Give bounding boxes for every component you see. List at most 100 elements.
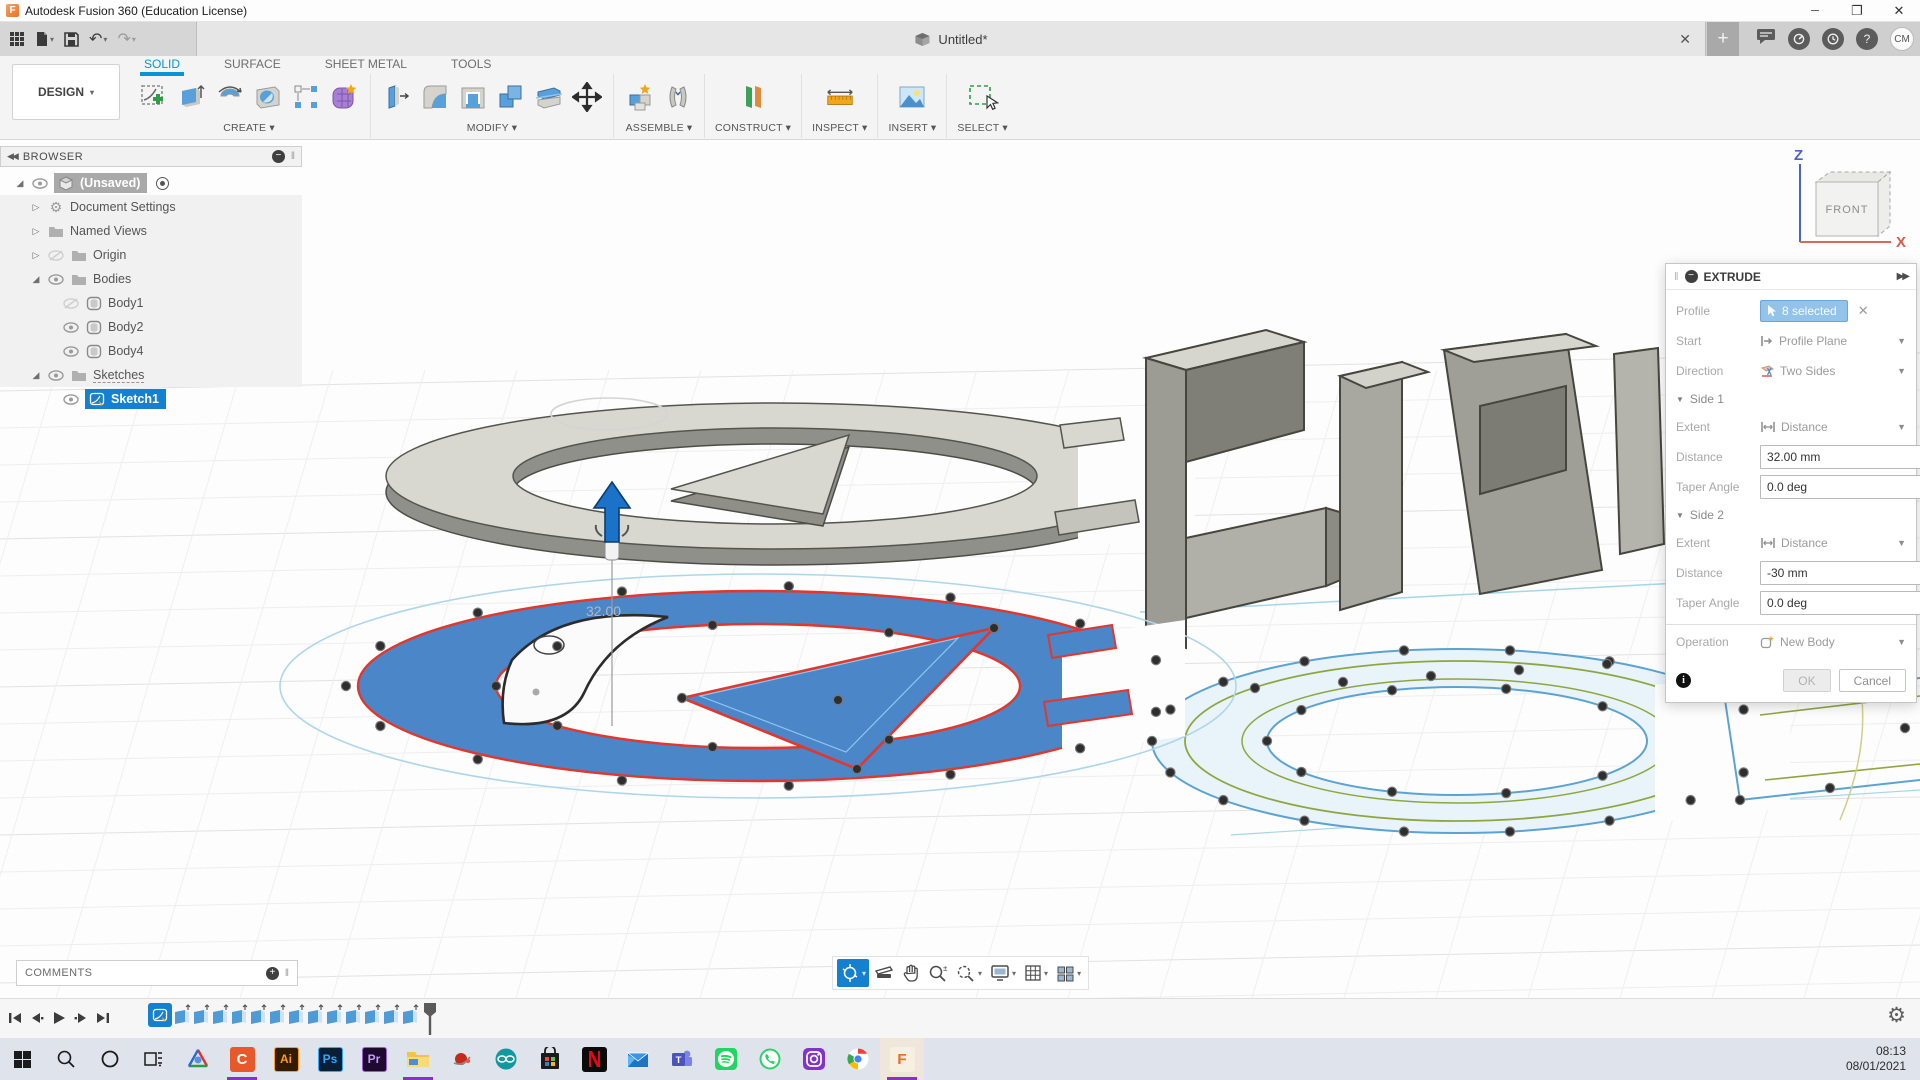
measure-icon[interactable] [824,81,856,113]
fit-tool[interactable]: ▾ [953,959,985,987]
camtasia-icon[interactable]: C [220,1038,264,1080]
timeline-playhead[interactable] [423,1003,437,1035]
fusion-360-taskbar-icon[interactable]: F [880,1038,924,1080]
group-label-construct[interactable]: CONSTRUCT ▾ [715,120,791,134]
side1-extent-dropdown[interactable]: Distance ▼ [1760,420,1906,434]
extrude-dialog-header[interactable]: ‖ − EXTRUDE ▶▶ [1666,264,1916,290]
chrome-icon[interactable] [836,1038,880,1080]
look-at-tool[interactable] [871,959,897,987]
file-explorer-icon[interactable] [396,1038,440,1080]
dock-dialog-icon[interactable]: ▶▶ [1897,271,1910,282]
side2-taper-input[interactable] [1760,591,1920,615]
document-tab[interactable]: Untitled* ✕ [196,22,1706,56]
eye-off-icon[interactable] [47,247,65,263]
press-pull-icon[interactable] [381,81,413,113]
browser-item-origin[interactable]: ▷ Origin [0,243,302,267]
teams-icon[interactable]: T [660,1038,704,1080]
comments-panel[interactable]: COMMENTS + ‖ [16,960,298,986]
illustrator-icon[interactable]: Ai [264,1038,308,1080]
shell-icon[interactable] [457,81,489,113]
viewports[interactable]: ▾ [1053,959,1084,987]
timeline-extrude-feature[interactable] [192,1003,211,1027]
direction-dropdown[interactable]: Two Sides ▼ [1760,364,1906,378]
timeline-extrude-feature[interactable] [325,1003,344,1027]
insert-image-icon[interactable] [896,81,928,113]
step-back-button[interactable] [28,1005,46,1031]
move-copy-icon[interactable] [571,81,603,113]
eye-icon[interactable] [47,367,65,383]
timeline-extrude-feature[interactable] [230,1003,249,1027]
go-to-end-button[interactable] [94,1005,112,1031]
grid-and-snaps[interactable]: ▾ [1021,959,1051,987]
new-tab-button[interactable]: + [1707,22,1739,56]
select-window-icon[interactable] [967,81,999,113]
combine-icon[interactable] [495,81,527,113]
timeline-extrude-feature[interactable] [173,1003,192,1027]
viewcube-front-face[interactable]: FRONT [1826,204,1869,216]
expand-arrow-icon[interactable]: ▷ [30,250,42,261]
redo-button[interactable]: ↷ ▾ [114,27,138,51]
cortana-icon[interactable] [88,1038,132,1080]
feedback-icon[interactable] [1756,28,1776,50]
group-label-create[interactable]: CREATE ▾ [223,120,275,134]
start-dropdown[interactable]: Profile Plane ▼ [1760,334,1906,348]
panel-grip-icon[interactable]: ‖ [291,151,295,162]
ok-button[interactable]: OK [1783,669,1831,692]
extrude-icon[interactable] [176,81,208,113]
side1-distance-input[interactable] [1760,445,1920,469]
eye-icon[interactable] [31,175,49,191]
expand-arrow-icon[interactable]: ◢ [30,274,42,285]
undo-button[interactable]: ↶ ▾ [86,27,110,51]
side2-extent-dropdown[interactable]: Distance ▼ [1760,536,1906,550]
browser-item-document-settings[interactable]: ▷ ⚙ Document Settings [0,195,302,219]
timeline-extrude-feature[interactable] [344,1003,363,1027]
expand-arrow-icon[interactable]: ▷ [30,226,42,237]
arduino-icon[interactable] [484,1038,528,1080]
tab-sheet-metal[interactable]: SHEET METAL [321,56,411,74]
timeline-extrude-feature[interactable] [306,1003,325,1027]
file-menu-button[interactable]: ▾ [32,29,57,49]
tab-surface[interactable]: SURFACE [220,56,285,74]
photoshop-icon[interactable]: Ps [308,1038,352,1080]
eye-icon[interactable] [47,271,65,287]
tab-solid[interactable]: SOLID [140,56,185,76]
job-status-clock-icon[interactable] [1822,28,1844,50]
add-comment-icon[interactable]: + [265,966,279,980]
pan-tool[interactable] [899,959,923,987]
side2-distance-input[interactable] [1760,561,1920,585]
selected-profile-logo[interactable] [279,573,1237,799]
clear-selection-icon[interactable]: ✕ [1858,303,1869,319]
tab-close-icon[interactable]: ✕ [1673,29,1697,50]
fillet-icon[interactable] [419,81,451,113]
group-label-modify[interactable]: MODIFY ▾ [467,120,517,134]
3d-viewer-icon[interactable] [176,1038,220,1080]
timeline-extrude-feature[interactable] [382,1003,401,1027]
group-label-select[interactable]: SELECT ▾ [957,120,1007,134]
save-button[interactable] [61,30,82,49]
browser-item-bodies[interactable]: ◢ Bodies [0,267,302,291]
extensions-icon[interactable] [1788,28,1810,50]
maximize-button[interactable]: ❐ [1836,0,1878,22]
timeline-extrude-feature[interactable] [268,1003,287,1027]
timeline-extrude-feature[interactable] [401,1003,420,1027]
eye-icon[interactable] [62,319,80,335]
collapse-panel-icon[interactable]: ◀◀ [7,151,19,162]
app-grid-menu-icon[interactable] [6,29,28,49]
help-icon[interactable]: ? [1856,28,1878,50]
expand-arrow-icon[interactable]: ◢ [30,370,42,381]
info-icon[interactable]: i [1676,673,1691,688]
go-to-start-button[interactable] [6,1005,24,1031]
mail-icon[interactable] [616,1038,660,1080]
extrude-preview-ring-body[interactable] [385,402,1195,566]
timeline-extrude-feature[interactable] [287,1003,306,1027]
microsoft-store-icon[interactable] [528,1038,572,1080]
timeline-extrude-feature[interactable] [363,1003,382,1027]
browser-item-root[interactable]: ◢ (Unsaved) [0,171,302,195]
orbit-red-app-icon[interactable] [440,1038,484,1080]
hole-icon[interactable] [252,81,284,113]
premiere-icon[interactable]: Pr [352,1038,396,1080]
group-label-inspect[interactable]: INSPECT ▾ [812,120,867,134]
orbit-tool[interactable]: ▾ [837,959,870,987]
step-forward-button[interactable] [72,1005,90,1031]
eye-off-icon[interactable] [62,295,80,311]
